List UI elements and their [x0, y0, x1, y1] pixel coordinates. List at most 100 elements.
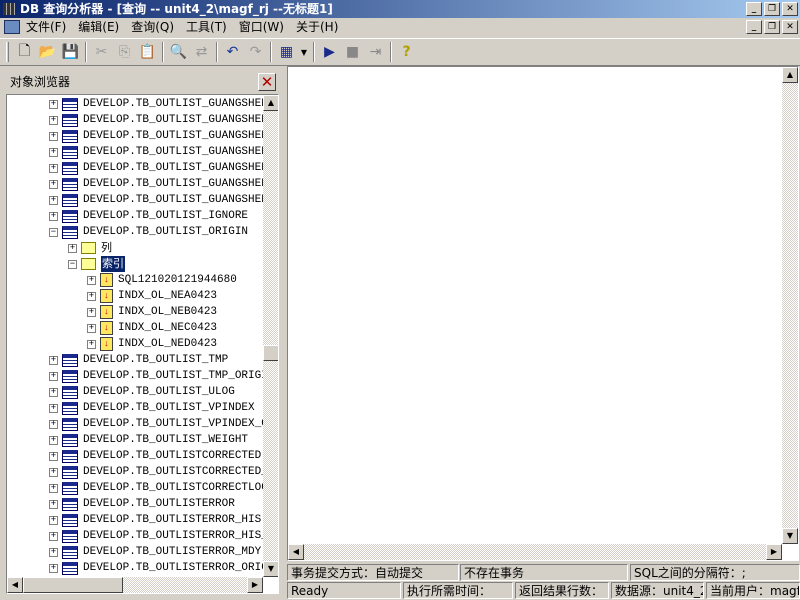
tree-item[interactable]: + DEVELOP.TB_OUTLISTERROR_HIS	[7, 512, 263, 528]
tree-item[interactable]: + DEVELOP.TB_OUTLIST_VPINDEX_CRE	[7, 416, 263, 432]
tree-item[interactable]: + DEVELOP.TB_OUTLIST_GUANGSHENRE	[7, 176, 263, 192]
copy-icon[interactable]: ⎘	[113, 41, 136, 63]
chevron-down-icon[interactable]: ▼	[298, 41, 310, 63]
tree-item[interactable]: + DEVELOP.TB_OUTLISTCORRECTLOG	[7, 480, 263, 496]
tree-item[interactable]: + DEVELOP.TB_OUTLISTCORRECTED	[7, 448, 263, 464]
collapse-icon[interactable]: −	[49, 227, 58, 237]
expand-icon[interactable]: +	[49, 355, 58, 365]
menu-query[interactable]: 查询(Q)	[125, 18, 180, 37]
tree-item[interactable]: + DEVELOP.TB_OUTLIST_WEIGHT	[7, 432, 263, 448]
expand-icon[interactable]: +	[87, 339, 96, 349]
save-icon[interactable]: 💾	[59, 41, 82, 63]
expand-icon[interactable]: +	[49, 99, 58, 109]
stop-icon[interactable]: ■	[341, 41, 364, 63]
expand-icon[interactable]: +	[49, 163, 58, 173]
menu-edit[interactable]: 编辑(E)	[72, 18, 125, 37]
tree-item[interactable]: + DEVELOP.TB_OUTLIST_GUANGSHENRE	[7, 192, 263, 208]
paste-icon[interactable]: 📋	[136, 41, 159, 63]
new-file-icon[interactable]: 🗋	[13, 41, 36, 63]
tree-item[interactable]: + DEVELOP.TB_OUTLIST_GUANGSHEN_F	[7, 128, 263, 144]
expand-icon[interactable]: +	[49, 467, 58, 477]
help-icon[interactable]: ?	[395, 41, 418, 63]
tree-item[interactable]: + DEVELOP.TB_OUTLIST_GUANGSHEN_F	[7, 160, 263, 176]
tree-item[interactable]: + DEVELOP.TB_OUTLIST_GUANGSHEN_F	[7, 112, 263, 128]
editor-horizontal-scrollbar[interactable]	[288, 544, 782, 560]
expand-icon[interactable]: +	[49, 403, 58, 413]
tree-item[interactable]: + DEVELOP.TB_OUTLIST_GUANGSHEN_F	[7, 144, 263, 160]
expand-icon[interactable]: +	[49, 563, 58, 573]
redo-icon[interactable]: ↷	[244, 41, 267, 63]
menu-window[interactable]: 窗口(W)	[233, 18, 290, 37]
expand-icon[interactable]: +	[87, 323, 96, 333]
hscroll-thumb[interactable]	[23, 577, 123, 593]
menu-tools[interactable]: 工具(T)	[180, 18, 233, 37]
expand-icon[interactable]: +	[49, 147, 58, 157]
find-icon[interactable]: 🔍	[167, 41, 190, 63]
tree-item[interactable]: + DEVELOP.TB_OUTLISTERROR_HIS_OR	[7, 528, 263, 544]
expand-icon[interactable]: +	[49, 131, 58, 141]
expand-icon[interactable]: +	[49, 515, 58, 525]
undo-icon[interactable]: ↶	[221, 41, 244, 63]
replace-icon[interactable]: ⇄	[190, 41, 213, 63]
tree-item[interactable]: + DEVELOP.TB_OUTLISTERROR_MDY	[7, 544, 263, 560]
mdi-close-button[interactable]: ✕	[782, 20, 798, 34]
tree-item[interactable]: + DEVELOP.TB_OUTLIST_TMP_ORIGIN	[7, 368, 263, 384]
tree-item[interactable]: + DEVELOP.TB_OUTLISTERROR	[7, 496, 263, 512]
expand-icon[interactable]: +	[49, 115, 58, 125]
mdi-window-icon[interactable]	[4, 20, 20, 34]
restore-button[interactable]: ❐	[764, 2, 780, 16]
query-editor[interactable]: ▲ ▼ ◀ ▶	[287, 66, 799, 561]
menu-about[interactable]: 关于(H)	[290, 18, 344, 37]
mdi-restore-button[interactable]: ❐	[764, 20, 780, 34]
editor-scroll-right-button[interactable]: ▶	[766, 544, 782, 560]
scroll-thumb[interactable]	[263, 345, 278, 361]
toolbar-grip[interactable]	[6, 42, 9, 62]
scroll-up-button[interactable]: ▲	[263, 95, 278, 111]
expand-icon[interactable]: +	[49, 419, 58, 429]
tree-item[interactable]: + 列	[7, 240, 263, 256]
minimize-button[interactable]: _	[746, 2, 762, 16]
expand-icon[interactable]: +	[87, 307, 96, 317]
mdi-minimize-button[interactable]: _	[746, 20, 762, 34]
editor-scroll-down-button[interactable]: ▼	[782, 528, 798, 544]
tree-item[interactable]: + DEVELOP.TB_OUTLIST_TMP	[7, 352, 263, 368]
tree-item[interactable]: − 索引	[7, 256, 263, 272]
expand-icon[interactable]: +	[49, 179, 58, 189]
expand-icon[interactable]: +	[49, 211, 58, 221]
editor-scroll-up-button[interactable]: ▲	[782, 67, 798, 83]
close-panel-button[interactable]: ✕	[258, 73, 276, 91]
parse-icon[interactable]: ⇥	[364, 41, 387, 63]
results-grid-icon[interactable]: ▦	[275, 41, 298, 63]
menu-file[interactable]: 文件(F)	[20, 18, 72, 37]
expand-icon[interactable]: +	[49, 531, 58, 541]
vertical-scrollbar[interactable]	[263, 95, 278, 577]
scroll-right-button[interactable]: ▶	[247, 577, 263, 593]
tree-item[interactable]: + DEVELOP.TB_OUTLISTCORRECTED_OR	[7, 464, 263, 480]
cut-icon[interactable]: ✂	[90, 41, 113, 63]
scroll-down-button[interactable]: ▼	[263, 561, 278, 577]
scroll-left-button[interactable]: ◀	[7, 577, 23, 593]
tree-item[interactable]: + DEVELOP.TB_OUTLIST_VPINDEX	[7, 400, 263, 416]
expand-icon[interactable]: +	[49, 547, 58, 557]
tree-item[interactable]: + ↓ INDX_OL_NEA0423	[7, 288, 263, 304]
tree-item[interactable]: + DEVELOP.TB_OUTLIST_IGNORE	[7, 208, 263, 224]
expand-icon[interactable]: +	[49, 195, 58, 205]
editor-scroll-left-button[interactable]: ◀	[288, 544, 304, 560]
tree-item[interactable]: + DEVELOP.TB_OUTLIST_GUANGSHEN_F	[7, 96, 263, 112]
expand-icon[interactable]: +	[49, 387, 58, 397]
expand-icon[interactable]: +	[49, 435, 58, 445]
tree-item[interactable]: + DEVELOP.TB_OUTLIST_ULOG	[7, 384, 263, 400]
expand-icon[interactable]: +	[49, 483, 58, 493]
tree-item[interactable]: + ↓ SQL121020121944680	[7, 272, 263, 288]
open-folder-icon[interactable]: 📂	[36, 41, 59, 63]
expand-icon[interactable]: +	[49, 371, 58, 381]
tree-item[interactable]: + ↓ INDX_OL_NED0423	[7, 336, 263, 352]
execute-icon[interactable]: ▶	[318, 41, 341, 63]
expand-icon[interactable]: +	[87, 291, 96, 301]
object-tree[interactable]: + DEVELOP.TB_OUTLIST_GUANGSHEN_F + DEVELOP.…	[6, 94, 279, 594]
expand-icon[interactable]: +	[49, 499, 58, 509]
expand-icon[interactable]: +	[87, 275, 96, 285]
tree-item[interactable]: + DEVELOP.TB_OUTLISTERROR_ORIGIN	[7, 560, 263, 576]
close-button[interactable]: ✕	[782, 2, 798, 16]
tree-item[interactable]: − DEVELOP.TB_OUTLIST_ORIGIN	[7, 224, 263, 240]
